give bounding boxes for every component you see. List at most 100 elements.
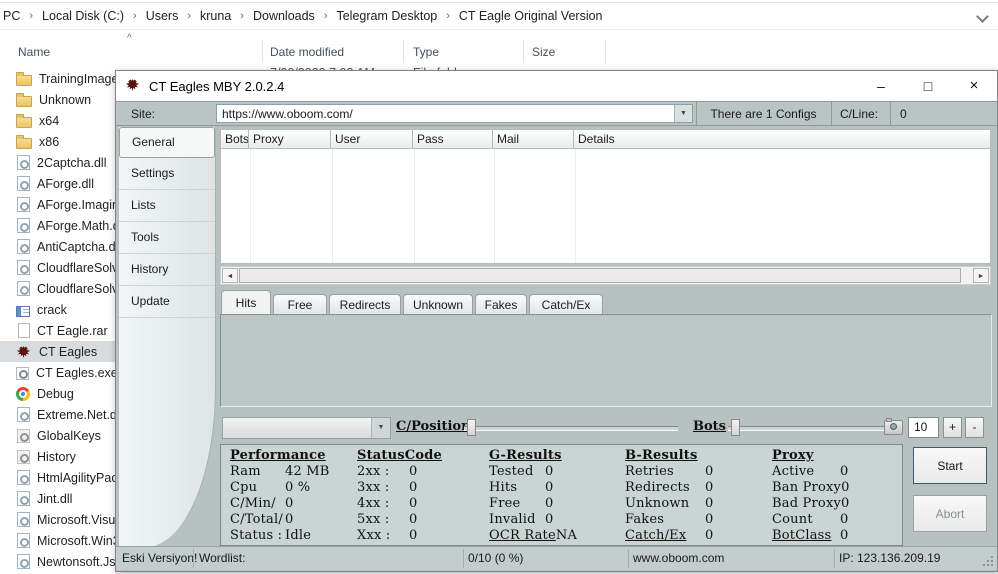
file-name: 2Captcha.dll xyxy=(37,156,107,170)
tab-unknown[interactable]: Unknown xyxy=(403,294,473,314)
site-url-combobox[interactable]: https://www.oboom.com/ ▼ xyxy=(216,104,693,123)
stats-value: 0 xyxy=(409,496,417,512)
statusbar-section-1: Wordlist: xyxy=(199,551,245,565)
stats-label: Fakes xyxy=(625,512,705,528)
decrease-button[interactable]: - xyxy=(965,417,984,438)
stats-label: 5xx : xyxy=(357,512,409,528)
stats-row: Active0 xyxy=(772,464,850,480)
maximize-button[interactable]: □ xyxy=(905,71,951,101)
config-icon xyxy=(17,450,30,464)
camera-icon[interactable] xyxy=(884,420,903,435)
file-name: CT Eagle.rar xyxy=(37,324,108,338)
column-header-divider xyxy=(262,40,263,63)
close-button[interactable]: × xyxy=(951,71,997,101)
breadcrumb-item[interactable]: kruna xyxy=(199,9,232,23)
scroll-left-arrow[interactable]: ◄ xyxy=(222,268,238,283)
stats-label: BotClass xyxy=(772,528,840,544)
grid-column-details[interactable]: Details xyxy=(574,129,991,149)
file-name: HtmlAgilityPack xyxy=(37,471,124,485)
chevron-down-icon[interactable] xyxy=(976,10,989,23)
scroll-right-arrow[interactable]: ► xyxy=(973,268,989,283)
column-header-name[interactable]: Name xyxy=(18,45,50,59)
cposition-label: C/Position xyxy=(396,419,471,434)
stats-label: OCR Rate xyxy=(489,528,556,544)
stats-value: 0 xyxy=(705,496,713,512)
cline-value: 0 xyxy=(900,107,907,121)
grid-column-mail[interactable]: Mail xyxy=(493,129,574,149)
site-row-divider xyxy=(890,102,891,125)
breadcrumb-item[interactable]: Local Disk (C:) xyxy=(41,9,125,23)
column-header-size[interactable]: Size xyxy=(532,45,555,59)
breadcrumb-item[interactable]: Downloads xyxy=(252,9,316,23)
statusbar-section-3: www.oboom.com xyxy=(633,551,724,565)
increase-button[interactable]: + xyxy=(943,417,962,438)
stats-row: Free0 xyxy=(489,496,577,512)
grid-column-pass[interactable]: Pass xyxy=(413,129,493,149)
sort-ascending-icon[interactable]: ^ xyxy=(127,33,132,44)
tab-lists[interactable]: Lists xyxy=(119,190,215,222)
dll-icon xyxy=(17,533,30,548)
breadcrumb-item[interactable]: PC xyxy=(2,9,21,23)
bots-slider[interactable] xyxy=(728,426,885,431)
status-bar: Eski Versiyon!Wordlist:0/10 (0 %)www.obo… xyxy=(116,546,997,570)
statusbar-divider xyxy=(628,549,629,568)
bots-slider-thumb[interactable] xyxy=(731,419,740,436)
abort-button[interactable]: Abort xyxy=(913,495,987,532)
stats-group-title: StatusCode xyxy=(357,448,442,464)
cposition-slider-thumb[interactable] xyxy=(467,419,476,436)
stats-row: 2xx :0 xyxy=(357,464,442,480)
column-header-date-modified[interactable]: Date modified xyxy=(270,45,344,59)
tab-free[interactable]: Free xyxy=(273,294,327,314)
breadcrumb-separator-icon: › xyxy=(125,10,145,22)
titlebar[interactable]: CT Eagles MBY 2.0.2.4 – □ × xyxy=(116,71,997,101)
stats-group-proxy: ProxyActive0Ban Proxy0Bad Proxy0Count0Bo… xyxy=(772,448,850,544)
stats-value: 0 xyxy=(409,480,417,496)
folder-icon xyxy=(16,117,32,128)
dropdown-arrow-icon[interactable]: ▼ xyxy=(674,105,692,122)
stats-value: 0 xyxy=(409,528,417,544)
tab-hits[interactable]: Hits xyxy=(221,290,271,314)
stats-panel: PerformanceRam42 MBCpu0 %C/Min/0C/Total/… xyxy=(220,444,903,546)
dropdown-arrow-icon[interactable]: ▼ xyxy=(371,418,390,438)
bots-count-input[interactable]: 10 xyxy=(908,417,939,438)
toolbar-divider xyxy=(0,2,998,3)
column-header-type[interactable]: Type xyxy=(413,45,439,59)
site-url-value: https://www.oboom.com/ xyxy=(222,107,353,121)
tab-redirects[interactable]: Redirects xyxy=(329,294,401,314)
addressbar-divider xyxy=(0,29,998,30)
horizontal-scrollbar[interactable]: ◄ ► xyxy=(220,266,991,285)
breadcrumb-item[interactable]: CT Eagle Original Version xyxy=(458,9,604,23)
column-header-divider xyxy=(403,40,404,63)
grid-column-proxy[interactable]: Proxy xyxy=(249,129,331,149)
cposition-slider[interactable] xyxy=(464,426,678,431)
tab-catchex[interactable]: Catch/Ex xyxy=(529,294,603,314)
breadcrumb-item[interactable]: Users xyxy=(145,9,180,23)
bottom-combobox[interactable]: ▼ xyxy=(222,417,391,439)
tab-settings[interactable]: Settings xyxy=(119,158,215,190)
stats-value: 0 % xyxy=(285,480,310,496)
breadcrumb-item[interactable]: Telegram Desktop xyxy=(335,9,438,23)
stats-value: 0 xyxy=(705,464,713,480)
stats-row: Catch/Ex0 xyxy=(625,528,713,544)
stats-row: C/Total/0 xyxy=(230,512,330,528)
scrollbar-thumb[interactable] xyxy=(239,268,961,283)
stats-label: Hits xyxy=(489,480,545,496)
file-name: Microsoft.Win32 xyxy=(37,534,127,548)
grid-column-bots[interactable]: Bots xyxy=(220,129,249,149)
stats-label: Tested xyxy=(489,464,545,480)
tab-history[interactable]: History xyxy=(119,254,215,286)
start-button[interactable]: Start xyxy=(913,447,987,484)
file-name: CT Eagles xyxy=(39,345,97,359)
stats-group-title: G-Results xyxy=(489,448,577,464)
tab-update[interactable]: Update xyxy=(119,286,215,318)
resize-grip[interactable] xyxy=(991,564,993,566)
tab-tools[interactable]: Tools xyxy=(119,222,215,254)
tab-fakes[interactable]: Fakes xyxy=(475,294,527,314)
minimize-button[interactable]: – xyxy=(858,71,904,101)
grid-column-user[interactable]: User xyxy=(331,129,413,149)
stats-value: 0 xyxy=(841,480,849,496)
screen: PC›Local Disk (C:)›Users›kruna›Downloads… xyxy=(0,0,998,574)
file-name: Jint.dll xyxy=(37,492,72,506)
tab-general[interactable]: General xyxy=(119,127,215,158)
statusbar-divider xyxy=(463,549,464,568)
